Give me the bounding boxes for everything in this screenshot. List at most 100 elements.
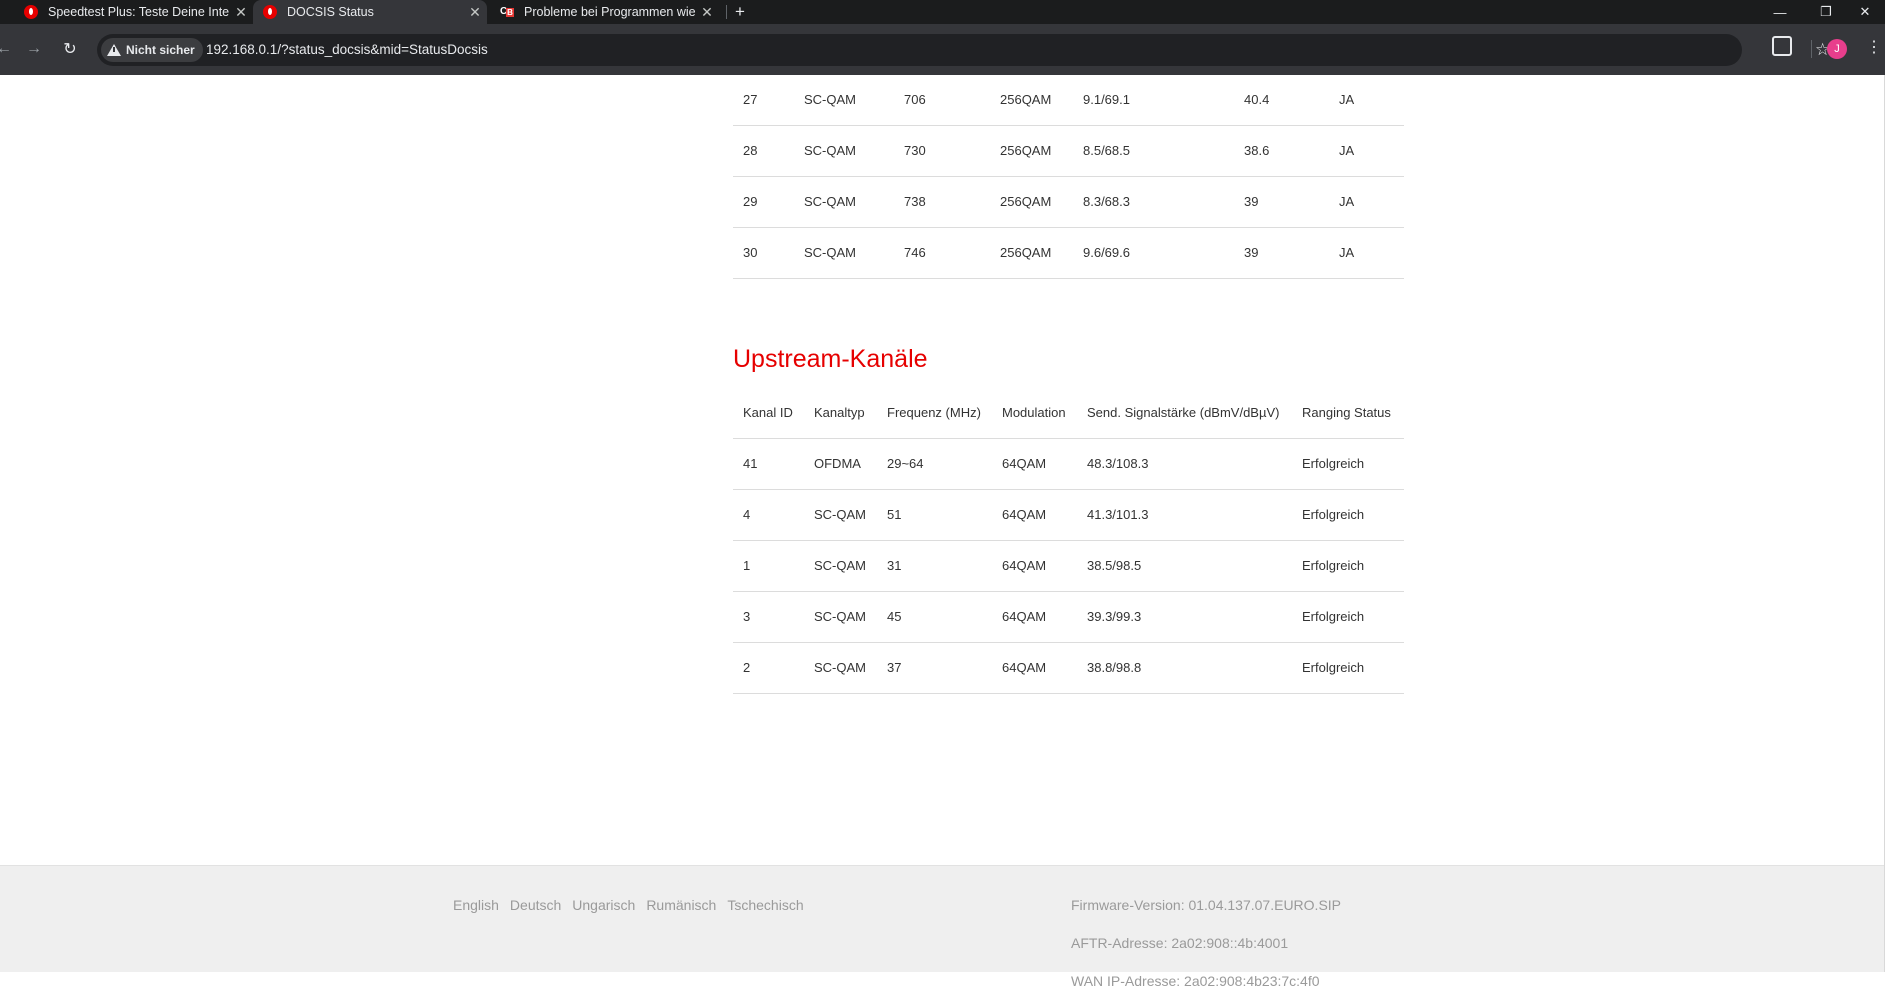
table-cell: 64QAM xyxy=(992,489,1077,541)
table-cell: 8.3/68.3 xyxy=(1073,176,1234,228)
table-cell: SC-QAM xyxy=(804,591,877,643)
table-cell: 64QAM xyxy=(992,540,1077,592)
table-cell: 64QAM xyxy=(992,438,1077,490)
close-window-button[interactable]: ✕ xyxy=(1842,0,1885,24)
language-link[interactable]: English xyxy=(453,897,499,913)
plus-icon: + xyxy=(735,2,745,21)
table-cell: 64QAM xyxy=(992,591,1077,643)
table-cell: 31 xyxy=(877,540,992,592)
table-row: 27 SC-QAM 706 256QAM 9.1/69.1 40.4 JA xyxy=(733,74,1404,126)
downstream-table: 27 SC-QAM 706 256QAM 9.1/69.1 40.4 JA 28 SC-QAM 7… xyxy=(733,74,1404,279)
table-cell: 27 xyxy=(733,74,794,126)
table-cell: 38.8/98.8 xyxy=(1077,642,1292,694)
column-header: Kanaltyp xyxy=(804,387,877,439)
table-row: 2 SC-QAM 37 64QAM 38.8/98.8 Erfolgreich xyxy=(733,642,1404,694)
table-cell: 2 xyxy=(733,642,804,694)
close-icon[interactable]: ✕ xyxy=(467,4,483,21)
url-text[interactable]: 192.168.0.1/?status_docsis&mid=StatusDoc… xyxy=(206,42,488,57)
computerbase-icon: CB xyxy=(500,6,514,17)
table-row: 41 OFDMA 29~64 64QAM 48.3/108.3 Erfolgreich xyxy=(733,438,1404,490)
tab-partial[interactable] xyxy=(0,0,10,24)
table-cell: 39 xyxy=(1234,227,1329,279)
tab-docsis-status[interactable]: DOCSIS Status ✕ xyxy=(253,0,487,24)
language-link[interactable]: Tschechisch xyxy=(727,897,803,913)
close-icon[interactable]: ✕ xyxy=(233,4,249,21)
table-cell: Erfolgreich xyxy=(1292,591,1404,643)
table-cell: 256QAM xyxy=(990,74,1073,126)
table-cell: OFDMA xyxy=(804,438,877,490)
table-cell: 256QAM xyxy=(990,125,1073,177)
language-link[interactable]: Rumänisch xyxy=(646,897,716,913)
table-cell: 738 xyxy=(894,176,990,228)
table-cell: SC-QAM xyxy=(794,125,894,177)
page-content: 27 SC-QAM 706 256QAM 9.1/69.1 40.4 JA 28 SC-QAM 7… xyxy=(0,74,1885,989)
menu-kebab-icon[interactable]: ⋮ xyxy=(1866,37,1882,57)
tab-speedtest[interactable]: Speedtest Plus: Teste Deine Inte ✕ xyxy=(24,0,249,24)
table-cell: Erfolgreich xyxy=(1292,540,1404,592)
table-cell: SC-QAM xyxy=(804,489,877,541)
language-links: English Deutsch Ungarisch Rumänisch Tschechi… xyxy=(453,897,815,913)
table-row: 30 SC-QAM 746 256QAM 9.6/69.6 39 JA xyxy=(733,227,1404,279)
table-cell: SC-QAM xyxy=(804,540,877,592)
forward-button[interactable]: → xyxy=(22,37,46,61)
language-link[interactable]: Ungarisch xyxy=(572,897,635,913)
table-cell: 38.5/98.5 xyxy=(1077,540,1292,592)
table-cell: 37 xyxy=(877,642,992,694)
address-bar[interactable]: Nicht sicher 192.168.0.1/?status_docsis&… xyxy=(97,34,1830,66)
table-cell: 30 xyxy=(733,227,794,279)
table-cell: 746 xyxy=(894,227,990,279)
table-cell: 51 xyxy=(877,489,992,541)
language-link[interactable]: Deutsch xyxy=(510,897,561,913)
table-cell: 45 xyxy=(877,591,992,643)
table-cell: 48.3/108.3 xyxy=(1077,438,1292,490)
extensions-icon[interactable] xyxy=(1772,36,1792,56)
table-cell: JA xyxy=(1329,74,1404,126)
table-cell: SC-QAM xyxy=(794,74,894,126)
new-tab-button[interactable]: + xyxy=(735,0,751,24)
tab-label: Probleme bei Programmen wie xyxy=(524,5,696,19)
tab-label: DOCSIS Status xyxy=(287,5,374,19)
column-header: Ranging Status xyxy=(1292,387,1404,439)
browser-chrome: Speedtest Plus: Teste Deine Inte ✕ DOCSI… xyxy=(0,0,1885,75)
arrow-left-icon: ← xyxy=(0,40,12,57)
security-chip[interactable]: Nicht sicher xyxy=(101,38,203,62)
upstream-table: Kanal ID Kanaltyp Frequenz (MHz) Modulation… xyxy=(733,387,1404,694)
table-cell: Erfolgreich xyxy=(1292,489,1404,541)
table-cell: 41 xyxy=(733,438,804,490)
table-cell: JA xyxy=(1329,176,1404,228)
tab-label: Speedtest Plus: Teste Deine Inte xyxy=(48,5,230,19)
table-cell: 29 xyxy=(733,176,794,228)
upstream-title: Upstream-Kanäle xyxy=(733,345,928,373)
table-cell: 40.4 xyxy=(1234,74,1329,126)
table-cell: 706 xyxy=(894,74,990,126)
column-header: Modulation xyxy=(992,387,1077,439)
table-cell: 64QAM xyxy=(992,642,1077,694)
warning-icon xyxy=(107,44,121,56)
reload-icon: ↻ xyxy=(63,41,77,58)
table-row: 1 SC-QAM 31 64QAM 38.5/98.5 Erfolgreich xyxy=(733,540,1404,592)
vodafone-icon xyxy=(263,5,277,19)
minimize-button[interactable]: — xyxy=(1757,0,1803,24)
column-header: Kanal ID xyxy=(733,387,804,439)
table-cell: 39.3/99.3 xyxy=(1077,591,1292,643)
tab-probleme[interactable]: CB Probleme bei Programmen wie ✕ xyxy=(500,0,715,24)
table-row: 4 SC-QAM 51 64QAM 41.3/101.3 Erfolgreich xyxy=(733,489,1404,541)
table-cell: JA xyxy=(1329,125,1404,177)
tab-divider xyxy=(726,5,727,19)
table-cell: SC-QAM xyxy=(804,642,877,694)
toolbar-divider xyxy=(1811,40,1812,58)
table-cell: 3 xyxy=(733,591,804,643)
profile-avatar[interactable]: J xyxy=(1827,39,1847,59)
close-icon[interactable]: ✕ xyxy=(699,4,715,21)
table-cell: JA xyxy=(1329,227,1404,279)
reload-button[interactable]: ↻ xyxy=(58,37,82,61)
table-cell: Erfolgreich xyxy=(1292,438,1404,490)
back-button[interactable]: ← xyxy=(0,37,16,61)
table-row: 3 SC-QAM 45 64QAM 39.3/99.3 Erfolgreich xyxy=(733,591,1404,643)
table-cell: 39 xyxy=(1234,176,1329,228)
vodafone-icon xyxy=(24,5,38,19)
table-row: 29 SC-QAM 738 256QAM 8.3/68.3 39 JA xyxy=(733,176,1404,228)
wan-ip-address: WAN IP-Adresse: 2a02:908:4b23:7c:4f0 xyxy=(1071,973,1320,989)
column-header: Send. Signalstärke (dBmV/dBµV) xyxy=(1077,387,1292,439)
aftr-address: AFTR-Adresse: 2a02:908::4b:4001 xyxy=(1071,935,1289,951)
